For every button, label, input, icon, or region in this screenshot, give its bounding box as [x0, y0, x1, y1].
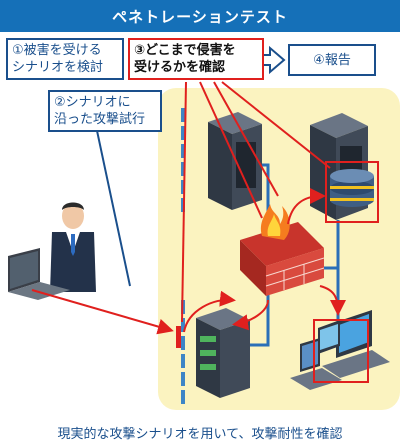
step4-box: ④報告 — [288, 44, 376, 76]
diagram-caption: 現実的な攻撃シナリオを用いて、攻撃耐性を確認 — [57, 427, 343, 442]
step2-box: ②シナリオに 沿った攻撃試行 — [48, 90, 162, 132]
flame-icon — [260, 204, 290, 240]
attack-entry-point-icon — [176, 326, 181, 348]
step2-callout-line — [95, 125, 131, 287]
step1-box: ①被害を受ける シナリオを検討 — [6, 38, 124, 80]
database-icon — [330, 169, 374, 207]
attacker-icon — [50, 202, 96, 292]
step3-box: ③どこまで侵害を 受けるかを確認 — [128, 38, 264, 80]
server-tower-lower-icon — [196, 308, 250, 398]
laptop-group-icon — [290, 310, 390, 390]
